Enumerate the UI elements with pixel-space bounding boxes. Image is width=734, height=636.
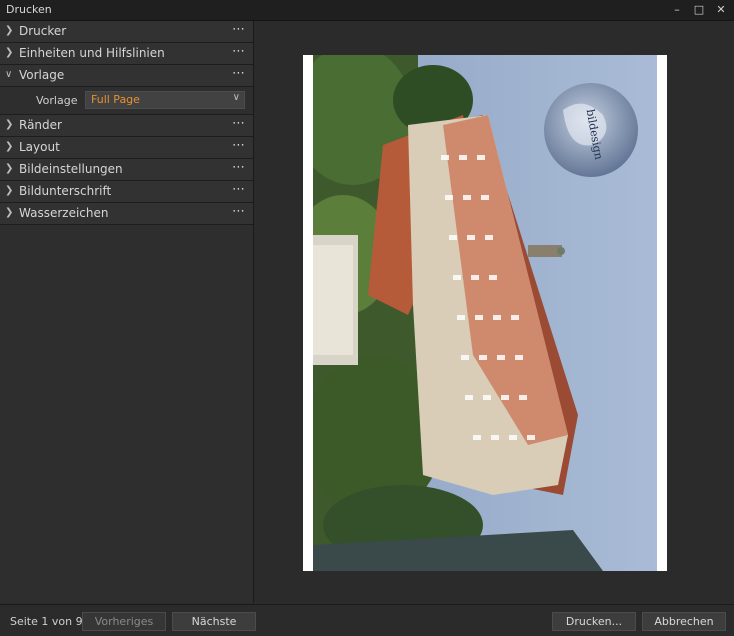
settings-sidebar: ❯ Drucker ⋯ ❯ Einheiten und Hilfslinien …: [0, 21, 254, 603]
more-options-icon[interactable]: ⋯: [232, 182, 245, 197]
previous-button[interactable]: Vorheriges: [82, 612, 166, 631]
section-raender[interactable]: ❯ Ränder ⋯: [0, 115, 253, 137]
more-options-icon[interactable]: ⋯: [232, 138, 245, 153]
maximize-icon[interactable]: □: [690, 2, 708, 18]
section-label: Bildunterschrift: [19, 184, 112, 198]
section-einheiten[interactable]: ❯ Einheiten und Hilfslinien ⋯: [0, 43, 253, 65]
section-label: Drucker: [19, 24, 67, 38]
cancel-button[interactable]: Abbrechen: [642, 612, 726, 631]
more-options-icon[interactable]: ⋯: [232, 66, 245, 81]
section-label: Layout: [19, 140, 60, 154]
section-drucker[interactable]: ❯ Drucker ⋯: [0, 21, 253, 43]
section-label: Bildeinstellungen: [19, 162, 123, 176]
vorlage-select[interactable]: Full Page ∨: [85, 91, 245, 109]
section-bildeinstellungen[interactable]: ❯ Bildeinstellungen ⋯: [0, 159, 253, 181]
minimize-icon[interactable]: –: [668, 2, 686, 18]
chevron-right-icon: ❯: [5, 141, 14, 152]
preview-photo: bildesign: [313, 55, 657, 571]
section-label: Einheiten und Hilfslinien: [19, 46, 165, 60]
more-options-icon[interactable]: ⋯: [232, 160, 245, 175]
building-photo: bildesign: [313, 55, 657, 571]
print-preview-area: bildesign: [254, 21, 734, 603]
paper-page: bildesign: [303, 55, 667, 571]
vorlage-select-value: Full Page: [91, 93, 140, 106]
section-vorlage[interactable]: ∨ Vorlage ⋯: [0, 65, 253, 87]
section-layout[interactable]: ❯ Layout ⋯: [0, 137, 253, 159]
vorlage-row: Vorlage Full Page ∨: [0, 87, 253, 115]
chevron-right-icon: ❯: [5, 207, 14, 218]
section-wasserzeichen[interactable]: ❯ Wasserzeichen ⋯: [0, 203, 253, 225]
close-icon[interactable]: ✕: [712, 2, 730, 18]
vorlage-label: Vorlage: [36, 94, 78, 107]
chevron-right-icon: ❯: [5, 47, 14, 58]
page-status: Seite 1 von 9: [10, 615, 83, 628]
section-label: Ränder: [19, 118, 62, 132]
section-bildunterschrift[interactable]: ❯ Bildunterschrift ⋯: [0, 181, 253, 203]
chevron-down-icon: ∨: [5, 69, 13, 80]
section-label: Vorlage: [19, 68, 65, 82]
chevron-right-icon: ❯: [5, 25, 14, 36]
footer-bar: Seite 1 von 9 Vorheriges Nächste Drucken…: [0, 604, 734, 636]
next-button[interactable]: Nächste: [172, 612, 256, 631]
chevron-right-icon: ❯: [5, 119, 14, 130]
more-options-icon[interactable]: ⋯: [232, 204, 245, 219]
chevron-down-icon: ∨: [232, 92, 240, 103]
tower: [528, 245, 562, 257]
print-button[interactable]: Drucken...: [552, 612, 636, 631]
window-title: Drucken: [6, 3, 52, 16]
chevron-right-icon: ❯: [5, 185, 14, 196]
more-options-icon[interactable]: ⋯: [232, 44, 245, 59]
section-label: Wasserzeichen: [19, 206, 109, 220]
chevron-right-icon: ❯: [5, 163, 14, 174]
more-options-icon[interactable]: ⋯: [232, 22, 245, 37]
more-options-icon[interactable]: ⋯: [232, 116, 245, 131]
title-bar: Drucken – □ ✕: [0, 0, 734, 21]
